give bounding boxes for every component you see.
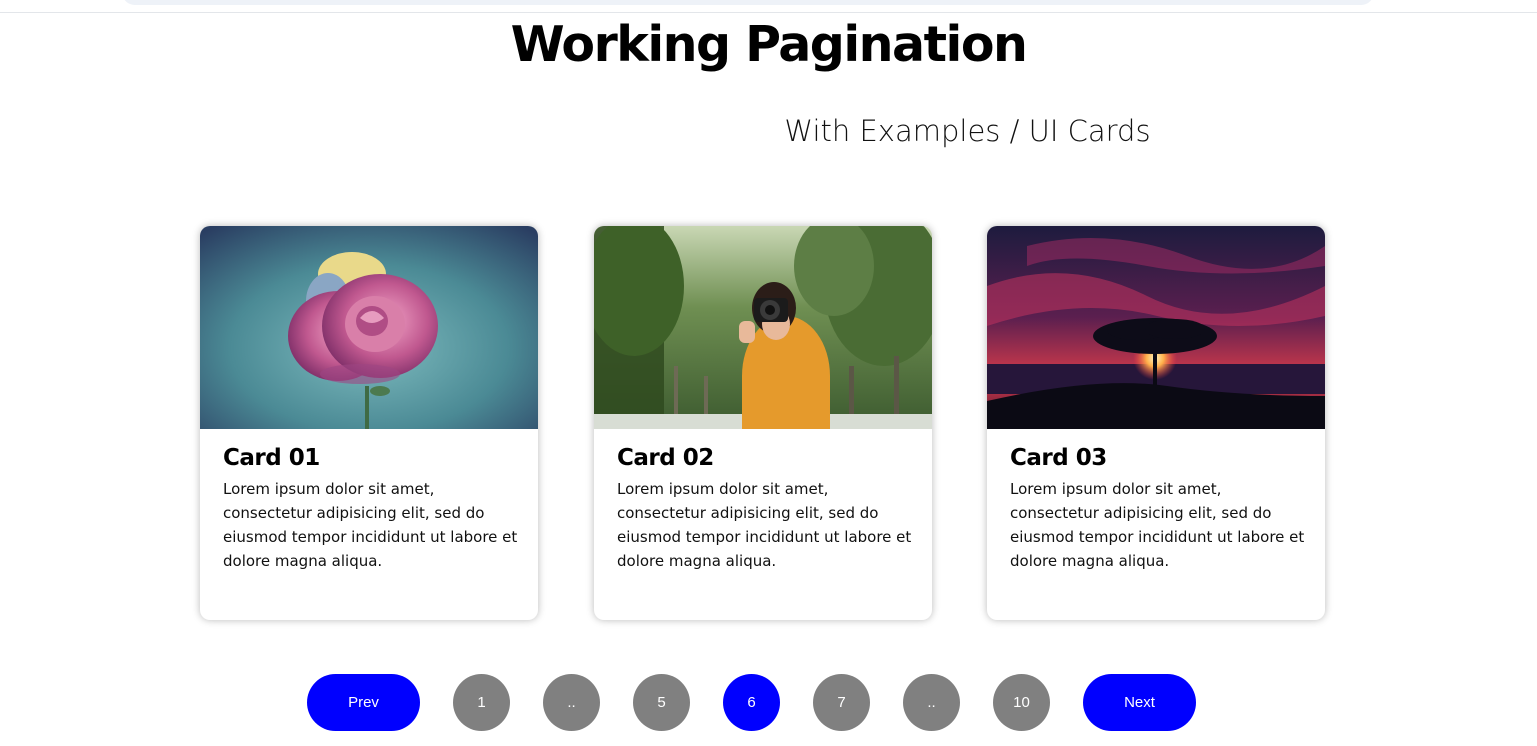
page-ellipsis-button[interactable]: ..	[543, 674, 600, 731]
card-title: Card 01	[223, 445, 320, 471]
page-button-7[interactable]: 7	[813, 674, 870, 731]
card-grid: Card 01 Lorem ipsum dolor sit amet, cons…	[200, 226, 1326, 620]
next-button[interactable]: Next	[1083, 674, 1196, 731]
page-button-5[interactable]: 5	[633, 674, 690, 731]
card-description: Lorem ipsum dolor sit amet, consectetur …	[1010, 480, 1305, 570]
page-button-6-current[interactable]: 6	[723, 674, 780, 731]
card-image-photographer	[594, 226, 932, 429]
page-button-10[interactable]: 10	[993, 674, 1050, 731]
rose-image	[200, 226, 538, 429]
card-title: Card 03	[1010, 445, 1107, 471]
prev-button[interactable]: Prev	[307, 674, 420, 731]
card-image-rose	[200, 226, 538, 429]
sunset-image	[987, 226, 1325, 429]
page-title: Working Pagination	[510, 16, 1028, 73]
card-image-sunset	[987, 226, 1325, 429]
card: Card 02 Lorem ipsum dolor sit amet, cons…	[594, 226, 932, 620]
card: Card 03 Lorem ipsum dolor sit amet, cons…	[987, 226, 1325, 620]
card-description: Lorem ipsum dolor sit amet, consectetur …	[617, 480, 912, 570]
card: Card 01 Lorem ipsum dolor sit amet, cons…	[200, 226, 538, 620]
page-ellipsis-button[interactable]: ..	[903, 674, 960, 731]
address-bar-edge	[122, 0, 1374, 5]
card-description: Lorem ipsum dolor sit amet, consectetur …	[223, 480, 518, 570]
card-title: Card 02	[617, 445, 714, 471]
photographer-image	[594, 226, 932, 429]
page-subtitle: With Examples / UI Cards	[784, 114, 1151, 148]
browser-top-strip	[0, 0, 1537, 13]
page-button-1[interactable]: 1	[453, 674, 510, 731]
pagination: Prev 1 .. 5 6 7 .. 10 Next	[307, 674, 1197, 732]
page: Working Pagination With Examples / UI Ca…	[0, 0, 1537, 746]
